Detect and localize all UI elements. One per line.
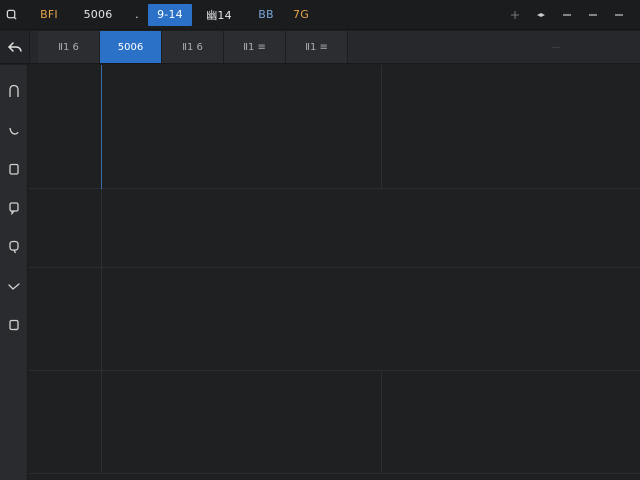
grid-line-h2 <box>29 267 640 268</box>
tab-3[interactable]: Ⅱ1 6 <box>162 31 224 63</box>
arch-icon[interactable] <box>0 77 28 105</box>
close-icon[interactable] <box>606 0 632 30</box>
grid-line-h3 <box>29 370 640 371</box>
top-item-separator: . <box>135 8 139 21</box>
tab-bar-empty <box>348 31 640 63</box>
top-item-2[interactable]: 5006 <box>70 4 126 26</box>
grid-line-h4 <box>29 473 640 474</box>
grid-line-v1 <box>101 189 102 473</box>
page-icon[interactable] <box>0 311 28 339</box>
curve-icon[interactable] <box>0 116 28 144</box>
tab-1[interactable]: Ⅱ1 6 <box>38 31 100 63</box>
main-canvas[interactable] <box>29 65 640 480</box>
top-item-active[interactable]: 9-14 <box>148 3 192 26</box>
top-item-4[interactable]: 幽14 <box>192 4 246 26</box>
tab-2-active[interactable]: 5006 <box>100 31 162 63</box>
tab-4[interactable]: Ⅱ1 ≡ <box>224 31 286 63</box>
top-bar: BFI 5006 . 9-14 幽14 BB 7G <box>0 0 640 30</box>
tabs: Ⅱ1 6 5006 Ⅱ1 6 Ⅱ1 ≡ Ⅱ1 ≡ <box>38 31 348 63</box>
grid-line-h1 <box>29 188 640 189</box>
square-icon[interactable] <box>0 155 28 183</box>
top-item-6[interactable]: 7G <box>286 4 316 26</box>
grid-line-v2 <box>381 65 382 188</box>
top-item-5[interactable]: BB <box>246 4 286 26</box>
grid-line-v3 <box>381 370 382 473</box>
add-icon[interactable] <box>502 0 528 30</box>
check-icon[interactable] <box>0 272 28 300</box>
note-icon[interactable] <box>0 194 28 222</box>
tab-5[interactable]: Ⅱ1 ≡ <box>286 31 348 63</box>
tab-row: Ⅱ1 6 5006 Ⅱ1 6 Ⅱ1 ≡ Ⅱ1 ≡ <box>0 31 640 64</box>
top-menu: BFI 5006 . 9-14 幽14 BB 7G <box>28 0 316 30</box>
tab-bar-marker <box>552 46 560 48</box>
restore-icon[interactable] <box>580 0 606 30</box>
sidebar <box>0 65 28 480</box>
top-item-1[interactable]: BFI <box>28 4 70 26</box>
pin-icon[interactable] <box>0 233 28 261</box>
search-icon[interactable] <box>0 0 22 30</box>
diamond-icon[interactable] <box>528 0 554 30</box>
minimize-icon[interactable] <box>554 0 580 30</box>
grid-line-v-accent <box>101 65 102 189</box>
window-controls <box>502 0 632 30</box>
back-arrow-icon[interactable] <box>0 31 30 63</box>
